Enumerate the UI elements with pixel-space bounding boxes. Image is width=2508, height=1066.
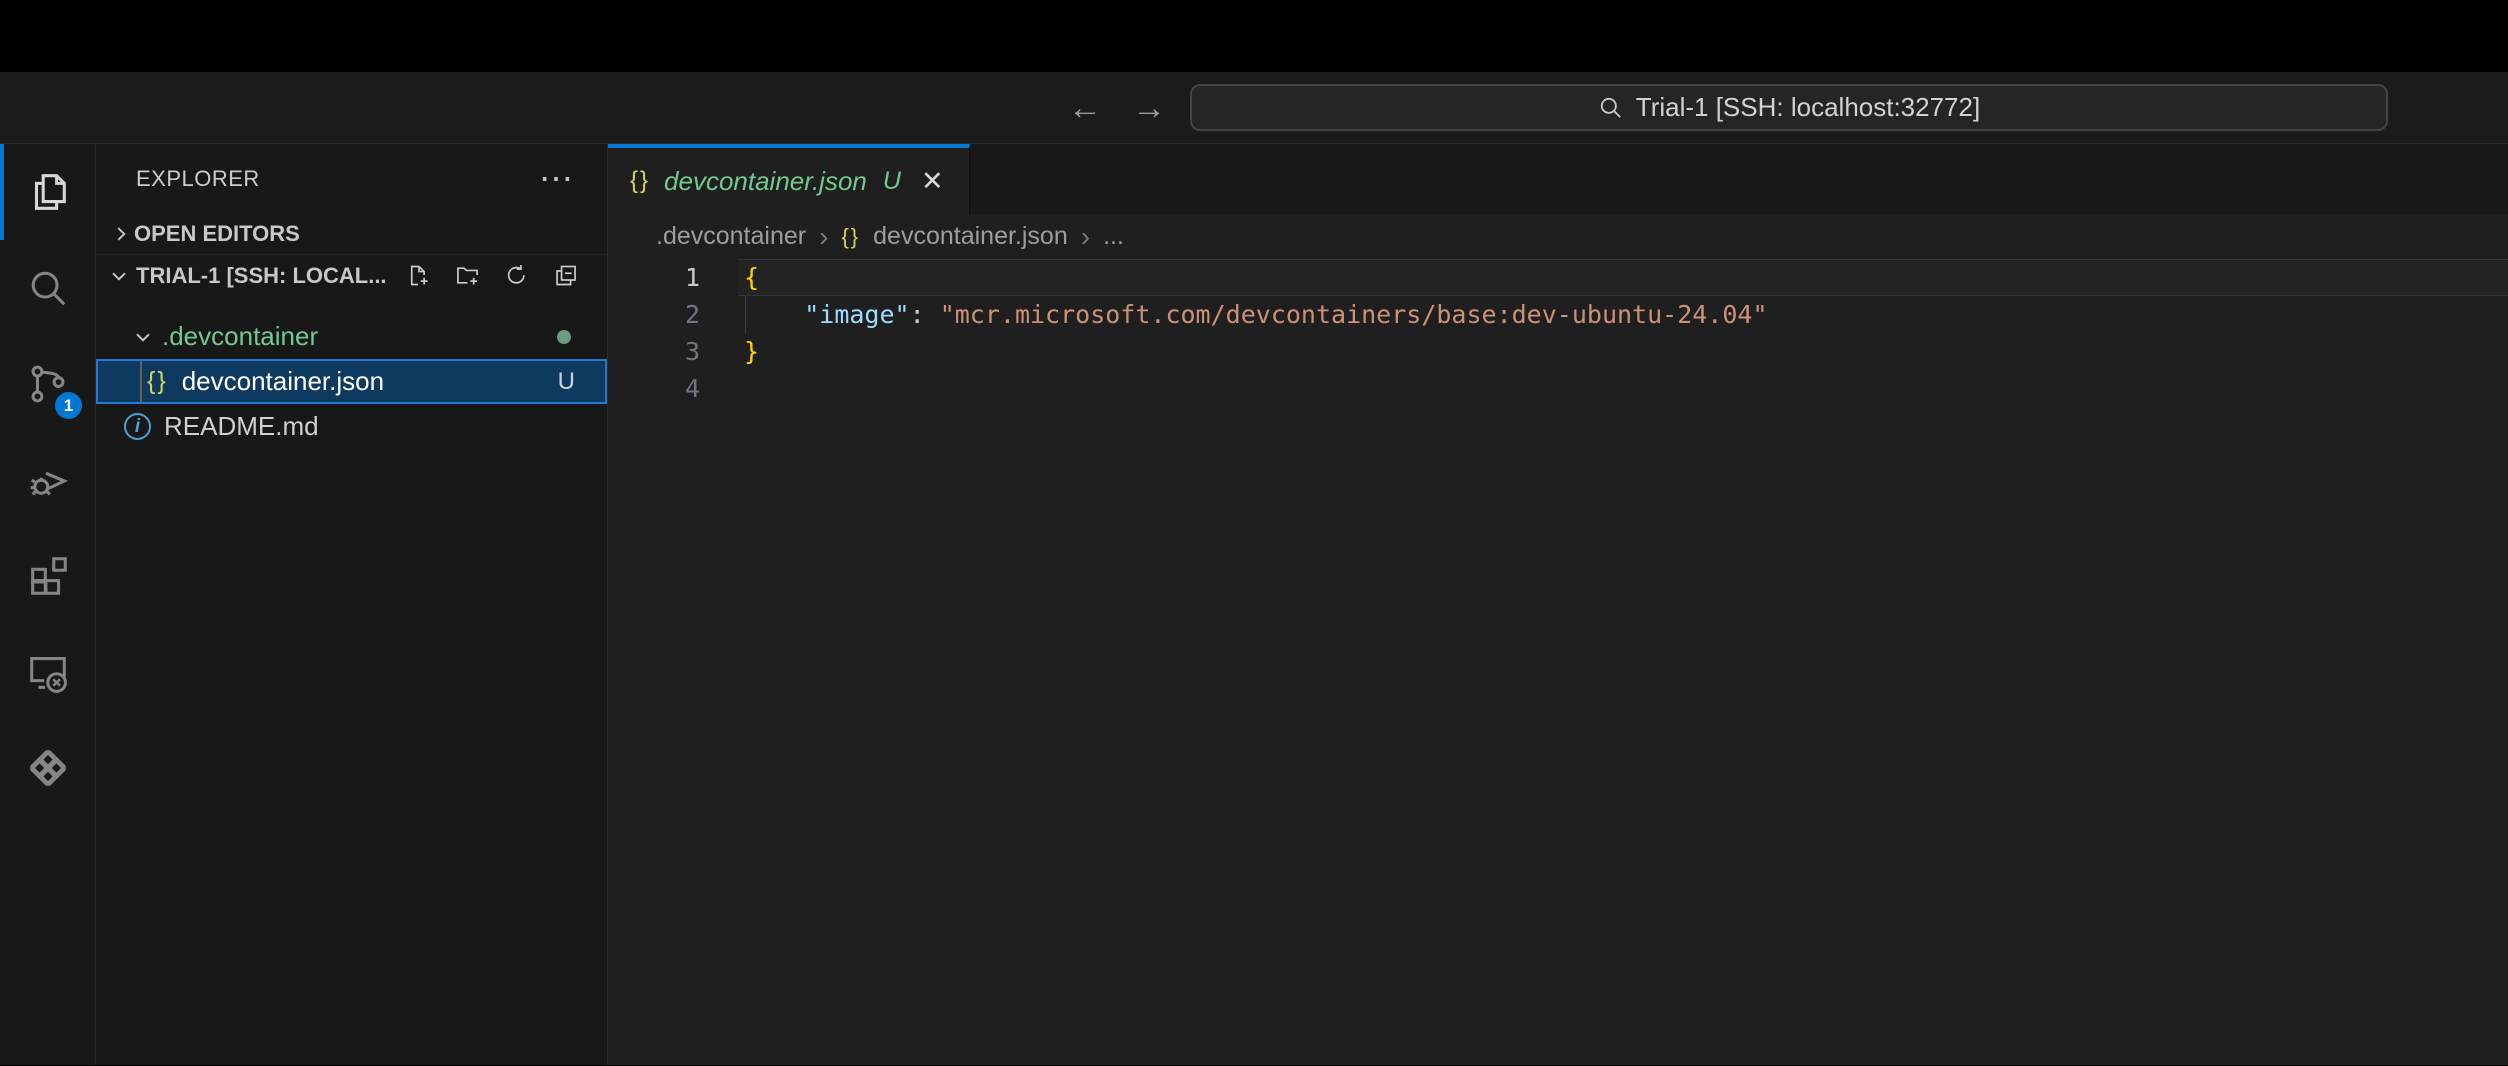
- readme-file-icon: i: [124, 413, 151, 440]
- search-icon: [1598, 95, 1624, 121]
- refresh-icon[interactable]: [503, 262, 530, 289]
- window-title: Trial-1 [SSH: localhost:32772]: [1636, 92, 1980, 123]
- line-number: 1: [608, 263, 700, 292]
- folder-label: .devcontainer: [162, 321, 318, 352]
- tree-item-readme[interactable]: i README.md: [96, 404, 607, 449]
- file-tree: .devcontainer {} devcontainer.json U i R…: [96, 314, 607, 449]
- editor-group: {} devcontainer.json U ✕ .devcontainer ›…: [608, 144, 2508, 1065]
- new-folder-icon[interactable]: [454, 262, 481, 289]
- tab-close-icon[interactable]: ✕: [921, 166, 944, 197]
- workspace-label: TRIAL-1 [SSH: LOCAL...: [136, 263, 387, 289]
- json-file-icon: {}: [147, 367, 168, 396]
- history-forward-icon[interactable]: →: [1132, 91, 1166, 125]
- indent-token: [744, 300, 804, 329]
- git-untracked-dot: [557, 330, 571, 344]
- code-line-3: 3 }: [608, 333, 2508, 370]
- open-editors-section[interactable]: OPEN EDITORS: [96, 214, 607, 254]
- breadcrumb: .devcontainer › {} devcontainer.json › .…: [608, 214, 2508, 259]
- chevron-down-icon: [130, 324, 156, 350]
- chevron-right-icon: ›: [1081, 221, 1090, 253]
- tree-indent-guide: [140, 361, 142, 402]
- command-center[interactable]: Trial-1 [SSH: localhost:32772]: [1190, 84, 2388, 131]
- containers-extension-icon[interactable]: [0, 720, 95, 816]
- new-file-icon[interactable]: [405, 262, 432, 289]
- json-file-icon: {}: [630, 167, 650, 195]
- vscode-window: ← → Trial-1 [SSH: localhost:32772] 1: [0, 0, 2508, 1066]
- source-control-badge: 1: [55, 392, 82, 419]
- line-number: 2: [608, 300, 700, 329]
- source-control-icon[interactable]: 1: [0, 336, 95, 432]
- line-number: 4: [608, 374, 700, 403]
- collapse-all-icon[interactable]: [552, 262, 579, 289]
- tab-devcontainer-json[interactable]: {} devcontainer.json U ✕: [608, 144, 970, 214]
- screen-top-band: [0, 0, 2508, 72]
- tab-bar: {} devcontainer.json U ✕: [608, 144, 2508, 214]
- views-more-actions-icon[interactable]: ⋯: [539, 169, 573, 189]
- remote-explorer-icon[interactable]: [0, 624, 95, 720]
- title-bar: ← → Trial-1 [SSH: localhost:32772]: [0, 72, 2508, 144]
- activity-bar: 1: [0, 144, 96, 1065]
- code-line-1: 1 {: [608, 259, 2508, 296]
- current-line-highlight: [738, 259, 2508, 296]
- close-brace-token: }: [744, 337, 759, 366]
- json-key-token: "image": [804, 300, 909, 329]
- explorer-icon[interactable]: [0, 144, 95, 240]
- breadcrumb-folder[interactable]: .devcontainer: [656, 222, 806, 251]
- open-brace-token: {: [744, 263, 759, 292]
- file-label: devcontainer.json: [182, 366, 384, 397]
- code-line-4: 4: [608, 370, 2508, 407]
- tab-label: devcontainer.json: [664, 166, 867, 197]
- workspace-section[interactable]: TRIAL-1 [SSH: LOCAL...: [96, 254, 607, 296]
- chevron-right-icon: [108, 221, 134, 247]
- json-value-token: "mcr.microsoft.com/devcontainers/base:de…: [940, 300, 1768, 329]
- file-label: README.md: [164, 411, 319, 442]
- colon-token: :: [910, 300, 940, 329]
- chevron-down-icon: [106, 263, 132, 289]
- history-back-icon[interactable]: ←: [1068, 91, 1102, 125]
- breadcrumb-symbol[interactable]: ...: [1103, 222, 1124, 251]
- git-untracked-badge: U: [558, 368, 575, 396]
- line-number: 3: [608, 337, 700, 366]
- tree-item-devcontainer-folder[interactable]: .devcontainer: [96, 314, 607, 359]
- tab-untracked-badge: U: [883, 167, 901, 196]
- code-line-2: 2 "image": "mcr.microsoft.com/devcontain…: [608, 296, 2508, 333]
- search-view-icon[interactable]: [0, 240, 95, 336]
- tree-item-devcontainer-json[interactable]: {} devcontainer.json U: [96, 359, 607, 404]
- code-editor[interactable]: 1 { 2 "image": "mcr.microsoft.com/devcon…: [608, 259, 2508, 1065]
- run-debug-icon[interactable]: [0, 432, 95, 528]
- open-editors-label: OPEN EDITORS: [134, 221, 300, 247]
- chevron-right-icon: ›: [819, 221, 828, 253]
- sidebar-title: EXPLORER: [136, 166, 260, 192]
- json-file-icon: {}: [841, 224, 860, 250]
- extensions-icon[interactable]: [0, 528, 95, 624]
- breadcrumb-file[interactable]: devcontainer.json: [873, 222, 1068, 251]
- explorer-sidebar: EXPLORER ⋯ OPEN EDITORS TRIAL-1 [SSH: LO…: [96, 144, 608, 1065]
- indent-guide: [745, 296, 746, 333]
